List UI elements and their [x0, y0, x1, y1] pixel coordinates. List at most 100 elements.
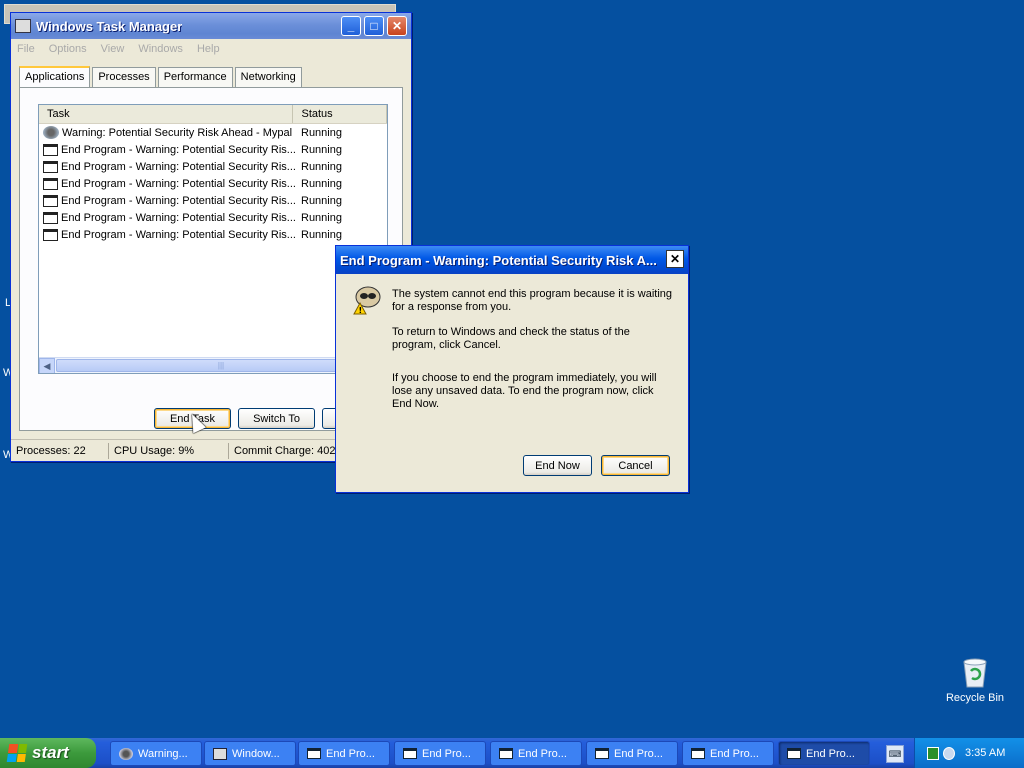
window-icon [43, 177, 58, 190]
dialog-close-button[interactable]: ✕ [666, 250, 684, 268]
close-button[interactable]: ✕ [387, 16, 407, 36]
minimize-button[interactable]: _ [341, 16, 361, 36]
recycle-bin-icon [960, 656, 990, 688]
windows-logo-icon [6, 744, 28, 762]
taskbar-button[interactable]: End Pro... [682, 741, 774, 766]
window-icon [43, 194, 58, 207]
window-icon [595, 748, 609, 759]
taskmgr-icon [213, 747, 227, 760]
menu-options[interactable]: Options [49, 43, 87, 55]
window-icon [43, 143, 58, 156]
taskbar-button-label: End Pro... [326, 747, 375, 760]
task-row[interactable]: End Program - Warning: Potential Securit… [39, 192, 387, 209]
window-icon [787, 748, 801, 759]
start-button[interactable]: start [0, 738, 96, 768]
taskbar-button[interactable]: End Pro... [394, 741, 486, 766]
taskbar-button-label: End Pro... [518, 747, 567, 760]
task-name: End Program - Warning: Potential Securit… [61, 228, 295, 241]
close-icon: ✕ [669, 252, 681, 266]
task-status: Running [301, 228, 342, 241]
taskbar-button[interactable]: Warning... [110, 741, 202, 766]
task-status: Running [301, 160, 342, 173]
task-name: End Program - Warning: Potential Securit… [61, 143, 295, 156]
window-icon [43, 211, 58, 224]
keyboard-icon[interactable]: ⌨ [886, 745, 904, 763]
system-tray: 3:35 AM [914, 738, 1024, 768]
task-list-header: Task Status [39, 105, 387, 124]
task-name: Warning: Potential Security Risk Ahead -… [62, 126, 293, 139]
window-icon [403, 748, 417, 759]
window-icon [691, 748, 705, 759]
mypal-icon [119, 747, 133, 760]
tab-processes[interactable]: Processes [92, 67, 156, 87]
window-icon [499, 748, 513, 759]
task-name: End Program - Warning: Potential Securit… [61, 194, 295, 207]
close-icon: ✕ [391, 19, 403, 33]
network-icon[interactable] [943, 746, 955, 760]
scroll-left-button[interactable]: ◀ [39, 358, 55, 373]
window-icon [307, 748, 321, 759]
process-count: Processes: 22 [11, 442, 109, 459]
task-name: End Program - Warning: Potential Securit… [61, 160, 295, 173]
task-manager-titlebar[interactable]: Windows Task Manager _ □ ✕ [11, 13, 411, 39]
program-warning-icon: ! [348, 284, 382, 316]
task-name: End Program - Warning: Potential Securit… [61, 211, 295, 224]
taskbar-button-label: End Pro... [614, 747, 663, 760]
column-status[interactable]: Status [293, 105, 387, 123]
recycle-bin-label: Recycle Bin [945, 692, 1005, 704]
window-title: Windows Task Manager [36, 18, 183, 34]
menu-help[interactable]: Help [197, 43, 220, 55]
dialog-titlebar[interactable]: End Program - Warning: Potential Securit… [336, 246, 688, 274]
taskbar-button-label: End Pro... [806, 747, 855, 760]
task-row[interactable]: End Program - Warning: Potential Securit… [39, 141, 387, 158]
menu-bar: File Options View Windows Help [11, 39, 411, 59]
task-row[interactable]: End Program - Warning: Potential Securit… [39, 209, 387, 226]
menu-windows[interactable]: Windows [138, 43, 183, 55]
dialog-title: End Program - Warning: Potential Securit… [340, 252, 657, 268]
taskmgr-tray-icon[interactable] [927, 746, 939, 760]
maximize-button[interactable]: □ [364, 16, 384, 36]
tab-networking[interactable]: Networking [234, 67, 302, 87]
task-status: Running [301, 194, 342, 207]
task-status: Running [301, 211, 342, 224]
task-status: Running [301, 143, 342, 156]
minimize-icon: _ [347, 19, 355, 33]
mypal-icon [43, 126, 59, 139]
dialog-message-2: To return to Windows and check the statu… [392, 326, 630, 351]
grip-icon: ||| [217, 361, 225, 370]
taskbar-button[interactable]: Window... [204, 741, 296, 766]
taskbar-button[interactable]: End Pro... [778, 741, 870, 766]
maximize-icon: □ [370, 19, 378, 33]
cancel-button[interactable]: Cancel [601, 455, 670, 476]
taskbar-button[interactable]: End Pro... [586, 741, 678, 766]
switch-to-button[interactable]: Switch To [238, 408, 315, 429]
task-status: Running [301, 126, 342, 139]
window-icon [43, 160, 58, 173]
taskbar-button-label: Warning... [138, 747, 188, 760]
start-label: start [32, 743, 69, 762]
recycle-bin[interactable]: Recycle Bin [940, 656, 1010, 704]
task-row[interactable]: End Program - Warning: Potential Securit… [39, 226, 387, 243]
window-icon [43, 228, 58, 241]
task-row[interactable]: End Program - Warning: Potential Securit… [39, 158, 387, 175]
column-task[interactable]: Task [39, 105, 294, 123]
chevron-left-icon: ◀ [43, 360, 51, 371]
menu-file[interactable]: File [17, 43, 35, 55]
task-row[interactable]: End Program - Warning: Potential Securit… [39, 175, 387, 192]
clock[interactable]: 3:35 AM [965, 747, 1005, 759]
taskbar-button-label: End Pro... [422, 747, 471, 760]
end-program-dialog: End Program - Warning: Potential Securit… [335, 245, 689, 493]
tab-performance[interactable]: Performance [157, 67, 233, 87]
taskbar-button[interactable]: End Pro... [298, 741, 390, 766]
taskbar-button-label: Window... [232, 747, 280, 760]
menu-view[interactable]: View [101, 43, 125, 55]
task-name: End Program - Warning: Potential Securit… [61, 177, 295, 190]
task-row[interactable]: Warning: Potential Security Risk Ahead -… [39, 124, 387, 141]
tab-applications[interactable]: Applications [19, 66, 91, 88]
taskbar-button[interactable]: End Pro... [490, 741, 582, 766]
task-status: Running [301, 177, 342, 190]
dialog-message-1: The system cannot end this program becau… [392, 288, 673, 313]
task-manager-icon [15, 19, 31, 33]
cpu-usage: CPU Usage: 9% [109, 442, 229, 459]
end-now-button[interactable]: End Now [523, 455, 592, 476]
